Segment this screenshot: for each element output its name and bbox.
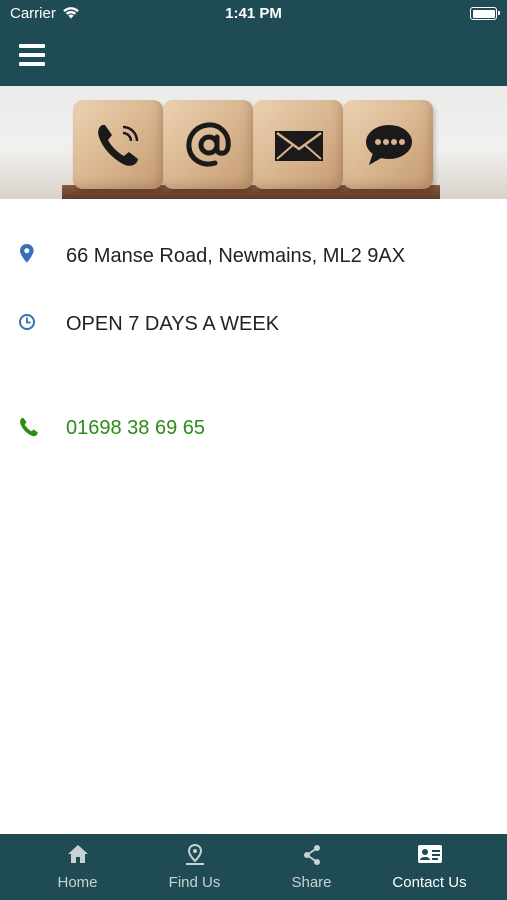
hamburger-icon [19, 44, 45, 48]
tab-home[interactable]: Home [19, 834, 136, 900]
phone-block [73, 100, 163, 189]
tab-find-us[interactable]: Find Us [136, 834, 253, 900]
phone-call-icon [19, 416, 39, 443]
hamburger-line [19, 62, 45, 66]
share-icon [253, 844, 370, 871]
location-icon [136, 843, 253, 871]
tab-share-label: Share [291, 874, 332, 891]
contact-banner-image [0, 86, 507, 199]
hamburger-line [19, 53, 45, 57]
contact-card-icon [371, 844, 488, 869]
envelope-icon [275, 131, 323, 161]
map-pin-icon [19, 244, 35, 271]
status-bar: Carrier 1:41 PM [0, 0, 507, 28]
phone-icon [98, 125, 139, 166]
battery-icon [470, 7, 500, 20]
hamburger-menu-button[interactable] [19, 44, 45, 66]
tab-find-us-label: Find Us [168, 874, 221, 891]
at-icon [186, 122, 231, 167]
phone-row[interactable]: 01698 38 69 65 [0, 416, 507, 456]
phone-link[interactable]: 01698 38 69 65 [66, 416, 205, 440]
status-time: 1:41 PM [225, 5, 282, 22]
hours-text: OPEN 7 DAYS A WEEK [66, 313, 280, 335]
hours-row: OPEN 7 DAYS A WEEK [0, 312, 507, 352]
envelope-block [253, 100, 343, 189]
chat-block [343, 100, 433, 189]
tab-home-label: Home [57, 874, 98, 891]
tab-share[interactable]: Share [253, 834, 370, 900]
tab-contact-us-label: Contact Us [392, 874, 467, 891]
app-header: Carrier 1:41 PM [0, 0, 507, 86]
at-block [163, 100, 253, 189]
clock-icon [19, 312, 37, 337]
bottom-tab-bar: Home Find Us Share Contact Us [0, 834, 507, 900]
tab-contact-us[interactable]: Contact Us [371, 834, 488, 900]
address-row[interactable]: 66 Manse Road, Newmains, ML2 9AX [0, 244, 507, 284]
chat-icon [366, 125, 412, 165]
home-icon [19, 844, 136, 869]
address-text: 66 Manse Road, Newmains, ML2 9AX [66, 245, 406, 267]
